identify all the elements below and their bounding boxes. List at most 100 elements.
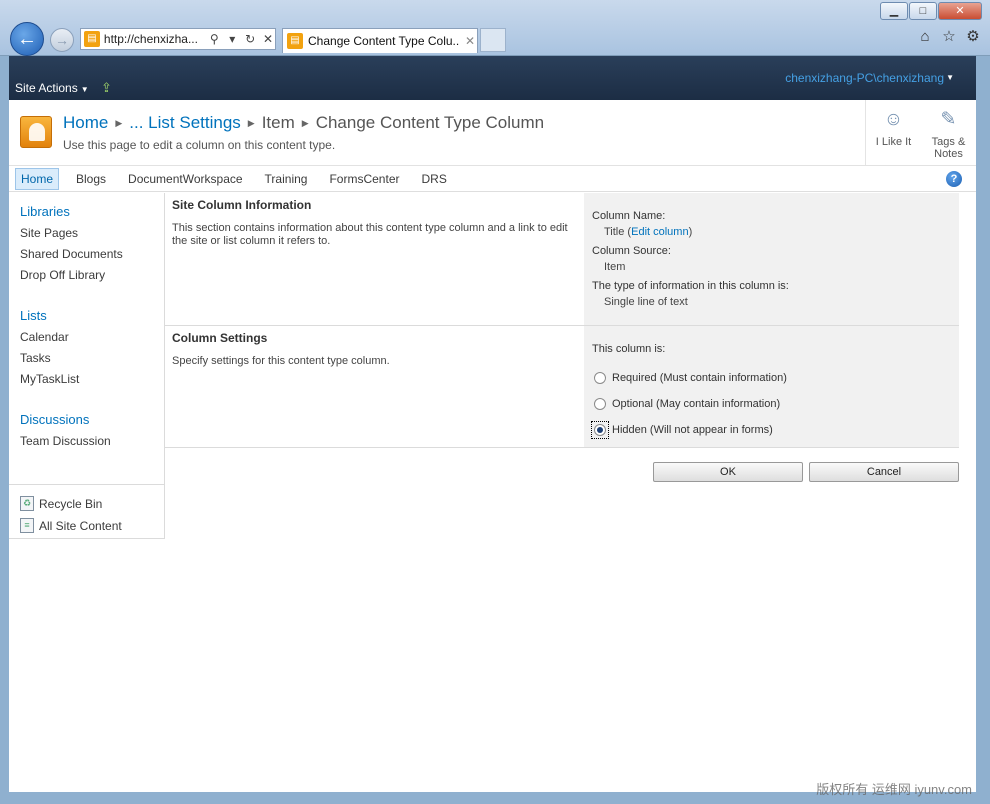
ql-item-team-discussion[interactable]: Team Discussion — [20, 434, 164, 448]
radio-required-row[interactable]: Required (Must contain information) — [592, 370, 951, 386]
refresh-icon[interactable]: ↻ — [243, 32, 257, 46]
close-icon[interactable]: ✕ — [938, 2, 982, 20]
tags-notes-button[interactable]: ✎ Tags & Notes — [921, 100, 976, 165]
forward-arrow-icon[interactable]: → — [50, 28, 74, 52]
ql-item-calendar[interactable]: Calendar — [20, 330, 164, 344]
tab-title[interactable]: Change Content Type Colu... — [308, 34, 460, 48]
like-tag-icon: ☺ — [883, 109, 904, 130]
column-source-label: Column Source: — [592, 245, 671, 257]
back-arrow-icon[interactable]: ← — [10, 22, 44, 56]
edit-column-link[interactable]: Edit column — [631, 226, 688, 238]
site-actions-menu[interactable]: Site Actions ▼ — [15, 81, 89, 95]
type-value: Single line of text — [604, 296, 688, 308]
page-title: Change Content Type Column — [315, 113, 545, 132]
radio-optional-row[interactable]: Optional (May contain information) — [592, 396, 951, 412]
form-buttons: OK Cancel — [653, 462, 959, 482]
home-icon[interactable]: ⌂ — [916, 28, 934, 46]
site-column-description-area: Site Column Information This section con… — [165, 193, 584, 325]
breadcrumb-separator-icon: ▶ — [247, 118, 255, 128]
chevron-down-icon: ▼ — [80, 85, 89, 94]
tab-close-icon[interactable]: ✕ — [465, 34, 475, 48]
topnav-blogs[interactable]: Blogs — [65, 168, 117, 190]
recycle-bin-link[interactable]: ♻ Recycle Bin — [20, 494, 164, 513]
site-column-section: Site Column Information This section con… — [165, 193, 959, 326]
tags-label: Tags & — [931, 136, 966, 148]
notes-label: Notes — [934, 148, 963, 160]
ql-header-discussions[interactable]: Discussions — [20, 412, 164, 427]
breadcrumb-list-settings[interactable]: ... List Settings — [129, 113, 241, 132]
breadcrumb-separator-icon: ▶ — [301, 118, 309, 128]
address-bar[interactable]: ▤ http://chenxizha... ⚲ ▾ ↻ ✕ — [80, 28, 276, 50]
column-settings-section: Column Settings Specify settings for thi… — [165, 326, 959, 448]
ql-item-shared-documents[interactable]: Shared Documents — [20, 247, 164, 261]
title-area: Home ▶ ... List Settings ▶ Item ▶ Change Conte… — [9, 100, 976, 166]
ql-item-tasks[interactable]: Tasks — [20, 351, 164, 365]
column-name-value: Title (Edit column) — [604, 226, 693, 238]
ribbon: Site Actions ▼ ⇪ chenxizhang-PC\chenxizha… — [9, 56, 976, 100]
ql-item-site-pages[interactable]: Site Pages — [20, 226, 164, 240]
top-navigation: Home Blogs DocumentWorkspace Training Fo… — [9, 166, 976, 192]
ql-header-lists[interactable]: Lists — [20, 308, 164, 323]
type-label: The type of information in this column i… — [592, 280, 789, 292]
breadcrumb-separator-icon: ▶ — [115, 118, 123, 128]
section-title: Site Column Information — [172, 198, 312, 212]
radio-optional-label[interactable]: Optional (May contain information) — [612, 398, 780, 410]
all-site-content-label: All Site Content — [39, 518, 122, 533]
minimize-icon[interactable]: ▁ — [880, 2, 908, 20]
section-title: Column Settings — [172, 331, 268, 345]
column-settings-options: This column is: Required (Must contain i… — [584, 326, 959, 447]
tab-favicon-icon: ▤ — [287, 33, 303, 49]
favorites-icon[interactable]: ☆ — [940, 28, 958, 46]
browser-toolbar: ⌂ ☆ ⚙ — [916, 28, 982, 46]
recycle-bin-label: Recycle Bin — [39, 496, 103, 511]
radio-hidden[interactable] — [594, 424, 606, 436]
window-controls: ▁ □ ✕ — [880, 2, 982, 20]
maximize-icon[interactable]: □ — [909, 2, 937, 20]
settings-icon[interactable]: ⚙ — [964, 28, 982, 46]
all-site-content-link[interactable]: ≡ All Site Content — [20, 516, 164, 535]
radio-hidden-label[interactable]: Hidden (Will not appear in forms) — [612, 424, 773, 436]
social-buttons: ☺ I Like It ✎ Tags & Notes — [865, 100, 976, 165]
cancel-button[interactable]: Cancel — [809, 462, 959, 482]
quick-launch: Libraries Site Pages Shared Documents Dr… — [9, 193, 165, 539]
ql-bottom-links: ♻ Recycle Bin ≡ All Site Content — [9, 484, 164, 535]
radio-required[interactable] — [594, 372, 606, 384]
site-logo-icon[interactable] — [20, 116, 52, 148]
i-like-it-button[interactable]: ☺ I Like It — [866, 100, 921, 165]
topnav-home[interactable]: Home — [15, 167, 60, 190]
ql-header-libraries[interactable]: Libraries — [20, 204, 164, 219]
browser-chrome: ▁ □ ✕ ← → ▤ http://chenxizha... ⚲ ▾ ↻ ✕ … — [0, 0, 990, 56]
help-icon[interactable]: ? — [946, 171, 962, 187]
chevron-down-icon[interactable]: ▼ — [946, 73, 954, 82]
column-is-label: This column is: — [592, 343, 666, 355]
column-settings-description-area: Column Settings Specify settings for thi… — [165, 326, 584, 447]
site-actions-label: Site Actions — [15, 81, 78, 95]
breadcrumb-home[interactable]: Home — [63, 113, 108, 132]
radio-required-label[interactable]: Required (Must contain information) — [612, 372, 787, 384]
user-menu[interactable]: chenxizhang-PC\chenxizhang — [785, 71, 944, 85]
ql-item-drop-off-library[interactable]: Drop Off Library — [20, 268, 164, 282]
topnav-drs[interactable]: DRS — [410, 168, 457, 190]
section-description: Specify settings for this content type c… — [172, 355, 390, 367]
search-icon[interactable]: ⚲ — [207, 32, 221, 46]
sharepoint-page: Site Actions ▼ ⇪ chenxizhang-PC\chenxizha… — [9, 56, 976, 792]
radio-optional[interactable] — [594, 398, 606, 410]
radio-hidden-row[interactable]: Hidden (Will not appear in forms) — [591, 421, 951, 439]
column-name: Title — [604, 226, 625, 238]
column-source-value: Item — [604, 261, 626, 273]
topnav-forms-center[interactable]: FormsCenter — [318, 168, 410, 190]
site-column-values: Column Name: Title (Edit column) Column … — [584, 193, 959, 325]
topnav-training[interactable]: Training — [254, 168, 319, 190]
browser-tab[interactable]: ▤ Change Content Type Colu... ✕ — [282, 28, 478, 53]
column-name-label: Column Name: — [592, 210, 666, 222]
topnav-document-workspace[interactable]: DocumentWorkspace — [117, 168, 254, 190]
stop-icon[interactable]: ✕ — [261, 32, 275, 46]
all-site-content-icon: ≡ — [20, 518, 34, 533]
navigate-up-icon[interactable]: ⇪ — [101, 80, 117, 95]
ok-button[interactable]: OK — [653, 462, 803, 482]
new-tab-button[interactable] — [480, 28, 506, 52]
ql-item-mytasklist[interactable]: MyTaskList — [20, 372, 164, 386]
watermark: 版权所有 运维网 iyunv.com — [816, 782, 972, 797]
chevron-down-icon[interactable]: ▾ — [225, 32, 239, 46]
address-url[interactable]: http://chenxizha... — [104, 32, 203, 46]
